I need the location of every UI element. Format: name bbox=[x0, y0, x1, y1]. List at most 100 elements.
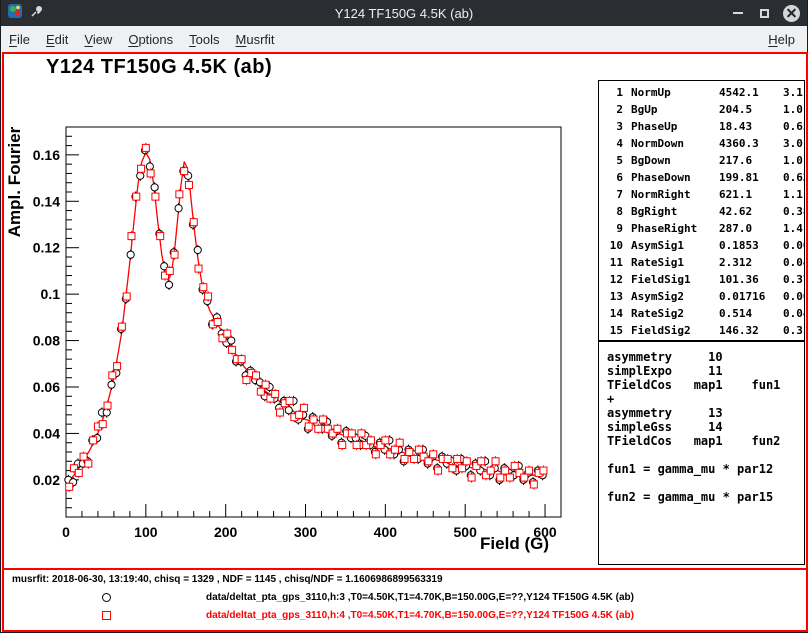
param-name: BgUp bbox=[631, 101, 719, 118]
theory-line bbox=[607, 448, 804, 462]
svg-text:0.08: 0.08 bbox=[33, 333, 60, 349]
theory-line: simpleGss 14 bbox=[607, 420, 804, 434]
svg-text:0.02: 0.02 bbox=[33, 472, 60, 488]
param-error: 1.1 bbox=[783, 186, 805, 203]
param-value: 217.6 bbox=[719, 152, 783, 169]
pin-icon[interactable] bbox=[30, 4, 44, 23]
param-value: 101.36 bbox=[719, 271, 783, 288]
param-error: 0.00098 bbox=[783, 288, 805, 305]
param-gap bbox=[623, 254, 631, 271]
param-gap bbox=[623, 220, 631, 237]
series-square bbox=[66, 143, 547, 492]
param-gap bbox=[623, 305, 631, 322]
param-name: AsymSig2 bbox=[631, 288, 719, 305]
param-name: NormUp bbox=[631, 84, 719, 101]
title-bar[interactable]: Y124 TF150G 4.5K (ab) bbox=[1, 0, 807, 26]
maximize-button[interactable] bbox=[756, 5, 773, 22]
param-value: 4542.1 bbox=[719, 84, 783, 101]
svg-text:0.16: 0.16 bbox=[33, 147, 60, 163]
param-name: PhaseUp bbox=[631, 118, 719, 135]
param-index: 6 bbox=[605, 169, 623, 186]
minimize-button[interactable] bbox=[729, 5, 746, 22]
param-error: 0.38 bbox=[783, 203, 805, 220]
menu-item-musrfit[interactable]: Musrfit bbox=[228, 28, 283, 51]
menu-item-tools[interactable]: Tools bbox=[181, 28, 227, 51]
svg-text:300: 300 bbox=[294, 524, 318, 540]
param-name: PhaseRight bbox=[631, 220, 719, 237]
theory-line: asymmetry 10 bbox=[607, 350, 804, 364]
param-name: FieldSig2 bbox=[631, 322, 719, 339]
legend-marker-square bbox=[102, 611, 111, 620]
svg-text:0.12: 0.12 bbox=[33, 240, 60, 256]
legend-row: data/deltat_pta_gps_3110,h:4 ,T0=4.50K,T… bbox=[4, 609, 806, 623]
param-gap bbox=[623, 84, 631, 101]
theory-line: fun2 = gamma_mu * par15 bbox=[607, 490, 804, 504]
legend-marker-circle bbox=[102, 593, 111, 602]
parameter-pane: 1NormUp4542.13.12BgUp204.51.03PhaseUp18.… bbox=[598, 80, 805, 341]
param-error: 0.043 bbox=[783, 254, 805, 271]
svg-text:0.14: 0.14 bbox=[33, 193, 60, 209]
param-name: AsymSig1 bbox=[631, 237, 719, 254]
svg-text:0.04: 0.04 bbox=[33, 425, 60, 441]
svg-text:0.1: 0.1 bbox=[41, 286, 61, 302]
param-gap bbox=[623, 186, 631, 203]
param-name: PhaseDown bbox=[631, 169, 719, 186]
plot-title: Y124 TF150G 4.5K (ab) bbox=[46, 56, 272, 79]
svg-text:100: 100 bbox=[134, 524, 158, 540]
param-gap bbox=[623, 288, 631, 305]
param-error: 1.0 bbox=[783, 101, 805, 118]
menu-item-help[interactable]: Help bbox=[760, 28, 803, 51]
param-index: 2 bbox=[605, 101, 623, 118]
svg-text:500: 500 bbox=[454, 524, 478, 540]
close-button[interactable] bbox=[783, 5, 800, 22]
param-value: 621.1 bbox=[719, 186, 783, 203]
param-name: NormRight bbox=[631, 186, 719, 203]
svg-text:400: 400 bbox=[374, 524, 398, 540]
menu-item-view[interactable]: View bbox=[76, 28, 120, 51]
param-gap bbox=[623, 203, 631, 220]
param-value: 2.312 bbox=[719, 254, 783, 271]
info-pad[interactable]: musrfit: 2018-06-30, 13:19:40, chisq = 1… bbox=[4, 568, 806, 630]
param-index: 7 bbox=[605, 186, 623, 203]
param-index: 12 bbox=[605, 271, 623, 288]
fourier-plot[interactable]: 0.020.040.060.080.10.120.140.16010020030… bbox=[4, 104, 594, 568]
param-error: 1.4 bbox=[783, 220, 805, 237]
param-value: 0.1853 bbox=[719, 237, 783, 254]
theory-line: TFieldCos map1 fun1 bbox=[607, 378, 804, 392]
window-title: Y124 TF150G 4.5K (ab) bbox=[1, 6, 807, 21]
param-value: 0.01716 bbox=[719, 288, 783, 305]
theory-line: + bbox=[607, 392, 804, 406]
param-error: 3.1 bbox=[783, 84, 805, 101]
param-gap bbox=[623, 271, 631, 288]
param-index: 9 bbox=[605, 220, 623, 237]
param-index: 14 bbox=[605, 305, 623, 322]
param-error: 3.0 bbox=[783, 135, 805, 152]
param-index: 4 bbox=[605, 135, 623, 152]
main-pad[interactable]: Y124 TF150G 4.5K (ab) 0.02 0.04 0.06 0.08 0.… bbox=[4, 54, 806, 568]
menu-bar: FileEditViewOptionsToolsMusrfit Help bbox=[1, 26, 807, 52]
param-value: 4360.3 bbox=[719, 135, 783, 152]
param-index: 13 bbox=[605, 288, 623, 305]
menu-item-file[interactable]: File bbox=[1, 28, 38, 51]
root-canvas[interactable]: Y124 TF150G 4.5K (ab) 0.02 0.04 0.06 0.08 0.… bbox=[2, 52, 808, 632]
svg-text:0.06: 0.06 bbox=[33, 379, 60, 395]
param-value: 18.43 bbox=[719, 118, 783, 135]
param-gap bbox=[623, 237, 631, 254]
param-gap bbox=[623, 135, 631, 152]
param-value: 287.0 bbox=[719, 220, 783, 237]
param-value: 42.62 bbox=[719, 203, 783, 220]
param-error: 0.0028 bbox=[783, 237, 805, 254]
param-error: 0.31 bbox=[783, 322, 805, 339]
theory-line: simplExpo 11 bbox=[607, 364, 804, 378]
svg-text:0: 0 bbox=[62, 524, 70, 540]
param-gap bbox=[623, 118, 631, 135]
param-index: 8 bbox=[605, 203, 623, 220]
fit-stats: musrfit: 2018-06-30, 13:19:40, chisq = 1… bbox=[12, 574, 443, 585]
menu-item-options[interactable]: Options bbox=[120, 28, 181, 51]
menu-item-edit[interactable]: Edit bbox=[38, 28, 76, 51]
param-error: 0.65 bbox=[783, 118, 805, 135]
y-axis-title: Ampl. Fourier bbox=[5, 126, 24, 237]
theory-line: fun1 = gamma_mu * par12 bbox=[607, 462, 804, 476]
param-name: RateSig2 bbox=[631, 305, 719, 322]
legend-label: data/deltat_pta_gps_3110,h:4 ,T0=4.50K,T… bbox=[206, 610, 634, 621]
